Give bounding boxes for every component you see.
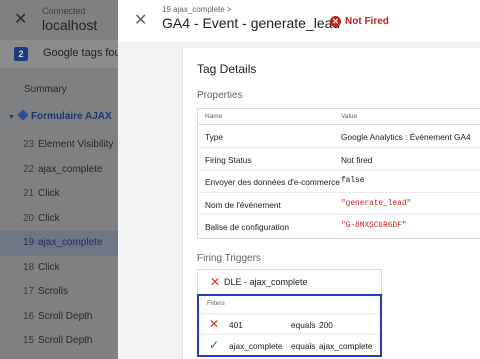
property-name: Balise de configuration	[205, 222, 289, 232]
properties-table: Name Value Type Google Analytics : Événem…	[197, 108, 480, 239]
property-value: Google Analytics : Événement GA4	[341, 132, 471, 142]
event-name: Click	[38, 261, 60, 273]
filter-lhs: ajax_complete	[229, 341, 283, 351]
event-item[interactable]: 15 Scroll Depth	[0, 329, 118, 354]
filter-rhs: ajax_complete	[319, 341, 373, 351]
fail-icon: ✕	[209, 317, 220, 331]
event-name: Scrolls	[38, 286, 69, 297]
filter-rhs: 200	[319, 320, 333, 330]
event-item[interactable]: 17 Scrolls	[0, 280, 118, 305]
trigger-name: DLE - ajax_complete	[224, 277, 308, 287]
tags-found-bar[interactable]: 2 Google tags found	[0, 40, 133, 68]
property-value: "generate_lead"	[341, 199, 412, 208]
event-item[interactable]: 20 Click	[0, 207, 118, 232]
event-number: 19	[23, 237, 35, 248]
caret-down-icon[interactable]: ▼	[8, 114, 15, 121]
properties-label: Properties	[197, 90, 243, 101]
filter-operator: equals	[291, 320, 316, 330]
close-panel-icon[interactable]: ✕	[134, 10, 147, 30]
diamond-icon	[17, 109, 29, 121]
sidebar: ✕ Connected localhost 2 Google tags foun…	[0, 0, 133, 359]
property-name: Envoyer des données d'e-commerce	[205, 177, 340, 187]
event-name: Click	[38, 188, 60, 199]
event-name: ajax_complete	[38, 163, 103, 175]
event-number: 22	[23, 163, 35, 175]
trigger-item[interactable]: ✕ DLE - ajax_complete	[197, 269, 382, 294]
event-number: 21	[23, 188, 35, 199]
check-icon: ✓	[209, 338, 220, 352]
filter-row: ✕ 401 equals 200	[199, 313, 380, 334]
column-header-value: Value	[341, 113, 358, 120]
fail-icon: ✕	[210, 275, 221, 289]
table-row: Envoyer des données d'e-commerce false	[198, 170, 480, 193]
property-name: Nom de l'événement	[205, 199, 281, 210]
status-badge: ✕ Not Fired	[330, 16, 389, 27]
not-fired-icon: ✕	[330, 16, 341, 27]
filter-lhs: 401	[229, 320, 243, 330]
event-item-selected[interactable]: 19 ajax_complete	[0, 231, 118, 256]
table-row: Firing Status Not fired	[198, 148, 480, 170]
column-header-name: Name	[205, 113, 223, 120]
connection-status: Connected	[42, 6, 86, 16]
tag-title: GA4 - Event - generate_lead	[162, 15, 341, 31]
event-item[interactable]: 16 Scroll Depth	[0, 305, 118, 330]
event-name: Scroll Depth	[38, 335, 93, 346]
table-row: Type Google Analytics : Événement GA4	[198, 125, 480, 148]
event-name: Click	[38, 212, 60, 224]
event-item[interactable]: 21 Click	[0, 182, 118, 207]
filter-row: ✓ ajax_complete equals ajax_complete	[199, 334, 380, 355]
tag-details-card: Tag Details Properties Name Value Type Go…	[183, 48, 480, 359]
property-name: Type	[205, 132, 223, 142]
event-name: Scroll Depth	[38, 310, 93, 322]
page-group[interactable]: ▼ Formulaire AJAX	[8, 109, 112, 122]
event-number: 18	[23, 261, 35, 273]
event-number: 23	[23, 139, 35, 150]
status-text: Not Fired	[345, 16, 389, 27]
property-value: false	[341, 177, 365, 185]
event-name: ajax_complete	[38, 237, 103, 248]
filter-operator: equals	[291, 341, 316, 351]
close-icon[interactable]: ✕	[14, 9, 27, 29]
event-name: Element Visibility	[38, 139, 114, 150]
summary-link[interactable]: Summary	[24, 84, 67, 95]
property-value: Not fired	[341, 154, 373, 165]
event-number: 15	[23, 335, 35, 346]
properties-header: Name Value	[198, 109, 480, 125]
filters-box: Filters ✕ 401 equals 200 ✓ ajax_complete…	[197, 294, 382, 357]
firing-triggers-label: Firing Triggers	[197, 253, 261, 264]
filters-label: Filters	[207, 300, 225, 307]
event-number: 20	[23, 212, 35, 224]
sidebar-header: ✕ Connected localhost	[0, 0, 118, 38]
property-value: "G-8MXSC6R6DF"	[341, 222, 407, 230]
event-list: 23 Element Visibility 22 ajax_complete 21 C…	[0, 133, 118, 354]
event-item[interactable]: 18 Click	[0, 256, 118, 281]
property-name: Firing Status	[205, 154, 252, 165]
card-title: Tag Details	[197, 62, 257, 76]
tag-count-badge: 2	[14, 47, 28, 61]
event-item[interactable]: 22 ajax_complete	[0, 158, 118, 183]
event-item[interactable]: 23 Element Visibility	[0, 133, 118, 158]
event-number: 17	[23, 286, 35, 297]
page-label: Formulaire AJAX	[30, 111, 112, 122]
event-number: 16	[23, 310, 35, 322]
panel-header: ✕ 19 ajax_complete > GA4 - Event - gener…	[118, 0, 480, 42]
table-row: Balise de configuration "G-8MXSC6R6DF"	[198, 215, 480, 238]
table-row: Nom de l'événement "generate_lead"	[198, 193, 480, 215]
breadcrumb[interactable]: 19 ajax_complete >	[162, 5, 232, 14]
tag-detail-panel: ✕ 19 ajax_complete > GA4 - Event - gener…	[118, 0, 480, 359]
host-name: localhost	[42, 17, 98, 33]
